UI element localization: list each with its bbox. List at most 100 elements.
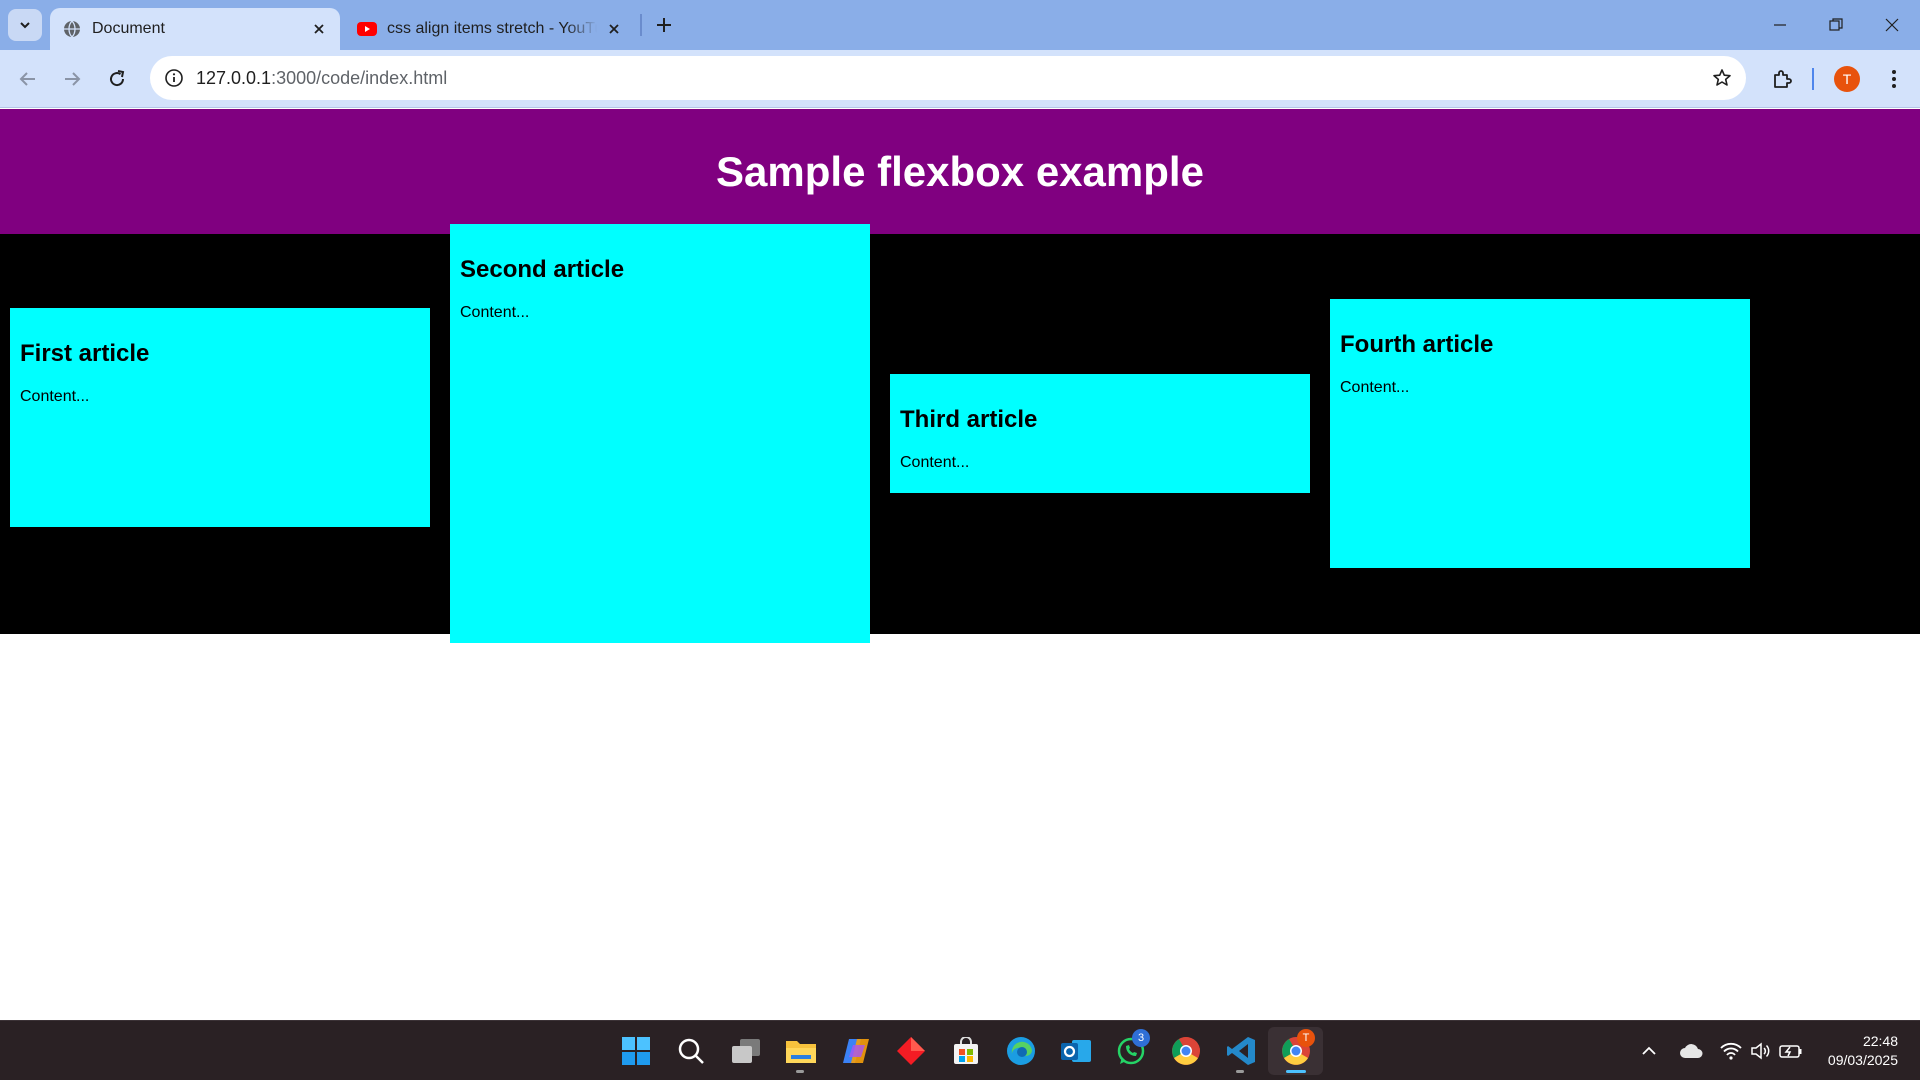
- reload-icon: [110, 70, 125, 87]
- url-text[interactable]: 127.0.0.1:3000/code/index.html: [196, 68, 447, 89]
- puzzle-icon: [1774, 70, 1792, 88]
- onedrive-button[interactable]: [1676, 1036, 1706, 1066]
- taskbar-apps: 3 T: [608, 1027, 1323, 1075]
- notification-badge: 3: [1132, 1029, 1150, 1047]
- tab-separator: [640, 14, 642, 36]
- task-view-icon: [731, 1039, 760, 1063]
- tab-search-button[interactable]: [8, 9, 42, 41]
- article-fourth: Fourth article Content...: [1330, 299, 1750, 568]
- outlook-icon: [1060, 1040, 1091, 1062]
- site-info-icon[interactable]: [160, 64, 188, 92]
- close-icon: [1885, 18, 1899, 32]
- chrome-menu-button[interactable]: [1878, 63, 1910, 95]
- plus-icon: [657, 18, 671, 32]
- tab-strip: Document css align items stretch - YouTu…: [0, 0, 1920, 50]
- copilot-icon: [842, 1039, 869, 1063]
- more-vert-icon: [1892, 70, 1896, 88]
- tab-title: Document: [92, 20, 165, 37]
- search-button[interactable]: [663, 1027, 718, 1075]
- running-indicator: [796, 1070, 804, 1073]
- clock[interactable]: 22:48 09/03/2025: [1828, 1032, 1898, 1070]
- vscode-button[interactable]: [1213, 1027, 1268, 1075]
- reload-button[interactable]: [101, 63, 133, 95]
- chevron-up-icon: [1642, 1046, 1656, 1055]
- task-view-button[interactable]: [718, 1027, 773, 1075]
- git-diamond-icon: [896, 1037, 925, 1065]
- search-icon: [678, 1038, 704, 1064]
- extensions-button[interactable]: [1766, 63, 1798, 95]
- tab-document[interactable]: Document: [50, 8, 340, 50]
- url-path: :3000/code/index.html: [271, 68, 448, 88]
- bookmark-star-button[interactable]: [1708, 64, 1736, 92]
- article-title: Fourth article: [1340, 331, 1494, 358]
- clock-date: 09/03/2025: [1827, 1052, 1898, 1068]
- copilot-button[interactable]: [828, 1027, 883, 1075]
- article-third: Third article Content...: [890, 374, 1310, 493]
- star-icon: [1713, 69, 1731, 86]
- cloud-icon: [1679, 1044, 1703, 1058]
- chrome-button[interactable]: [1158, 1027, 1213, 1075]
- profile-avatar[interactable]: T: [1834, 66, 1860, 92]
- tab-title: css align items stretch - YouTube: [387, 20, 597, 37]
- minimize-button[interactable]: [1752, 0, 1808, 50]
- article-title: Third article: [900, 406, 1038, 433]
- tab-youtube[interactable]: css align items stretch - YouTube: [345, 8, 635, 50]
- close-tab-icon[interactable]: [603, 18, 625, 40]
- battery-charging-icon: [1779, 1045, 1802, 1058]
- close-window-button[interactable]: [1864, 0, 1920, 50]
- show-hidden-icons-button[interactable]: [1634, 1036, 1664, 1066]
- chevron-down-icon: [20, 22, 30, 29]
- page-header: Sample flexbox example: [0, 109, 1920, 234]
- chrome-icon: [1171, 1037, 1200, 1065]
- microsoft-store-button[interactable]: [938, 1027, 993, 1075]
- forward-button[interactable]: [56, 63, 88, 95]
- folder-icon: [785, 1041, 816, 1063]
- running-indicator: [1286, 1070, 1306, 1073]
- address-bar[interactable]: 127.0.0.1:3000/code/index.html: [150, 56, 1746, 100]
- chrome-profile-button[interactable]: T: [1268, 1027, 1323, 1075]
- outlook-button[interactable]: [1048, 1027, 1103, 1075]
- git-app-button[interactable]: [883, 1027, 938, 1075]
- store-bag-icon: [953, 1037, 978, 1064]
- new-tab-button[interactable]: [650, 11, 678, 39]
- toolbar-divider: [1812, 68, 1814, 90]
- arrow-left-icon: [19, 72, 35, 86]
- taskbar: 3 T 22:48 09/03/2025: [0, 1020, 1920, 1080]
- article-first: First article Content...: [10, 308, 430, 527]
- youtube-icon: [357, 19, 377, 39]
- restore-button[interactable]: [1808, 0, 1864, 50]
- browser-toolbar: 127.0.0.1:3000/code/index.html T: [0, 50, 1920, 108]
- speaker-icon: [1751, 1042, 1770, 1060]
- system-tray: 22:48 09/03/2025: [1628, 1021, 1920, 1081]
- article-title: Second article: [460, 256, 625, 283]
- article-content: Content...: [20, 388, 90, 405]
- restore-icon: [1829, 18, 1843, 31]
- article-content: Content...: [460, 304, 530, 321]
- arrow-right-icon: [65, 72, 81, 86]
- minimize-icon: [1774, 24, 1786, 26]
- window-controls: [1752, 0, 1920, 50]
- url-host: 127.0.0.1: [196, 68, 272, 88]
- article-content: Content...: [1340, 379, 1410, 396]
- article-content: Content...: [900, 454, 970, 471]
- back-button[interactable]: [12, 63, 44, 95]
- network-button[interactable]: [1716, 1036, 1746, 1066]
- globe-icon: [62, 19, 82, 39]
- vscode-icon: [1226, 1037, 1255, 1065]
- file-explorer-button[interactable]: [773, 1027, 828, 1075]
- whatsapp-button[interactable]: 3: [1103, 1027, 1158, 1075]
- page-viewport: Sample flexbox example First article Con…: [0, 109, 1920, 1020]
- clock-time: 22:48: [1862, 1033, 1898, 1049]
- profile-badge: T: [1297, 1029, 1315, 1047]
- page-title: Sample flexbox example: [716, 147, 1204, 195]
- wifi-icon: [1720, 1042, 1742, 1060]
- windows-start-icon: [621, 1037, 650, 1065]
- edge-icon: [1006, 1037, 1035, 1065]
- close-tab-icon[interactable]: [308, 18, 330, 40]
- volume-button[interactable]: [1746, 1036, 1776, 1066]
- running-indicator: [1236, 1070, 1244, 1073]
- start-button[interactable]: [608, 1027, 663, 1075]
- article-second: Second article Content...: [450, 224, 870, 643]
- edge-button[interactable]: [993, 1027, 1048, 1075]
- battery-button[interactable]: [1776, 1036, 1806, 1066]
